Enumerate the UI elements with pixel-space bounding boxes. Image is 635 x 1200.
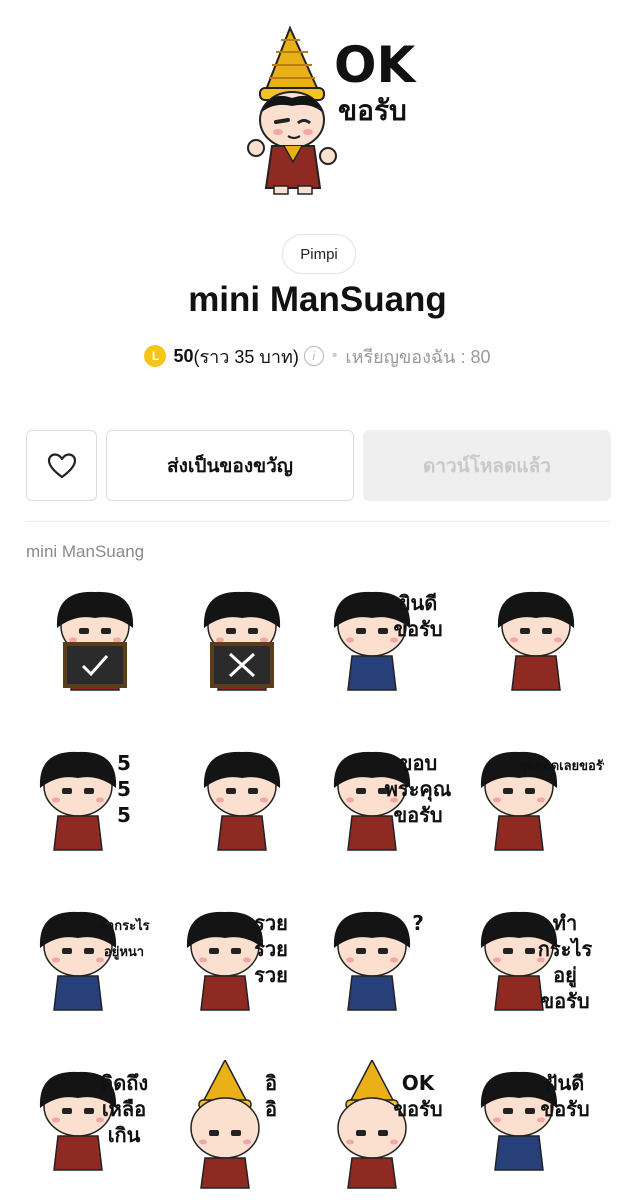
- sticker-caption: ขอรับ: [540, 989, 589, 1013]
- sticker-art: คิดถึงเหลือเกิน: [39, 1071, 148, 1171]
- sticker-art: ทำกระไรอยู่ขอรับ: [480, 911, 593, 1013]
- sticker-caption: ฝันดี: [546, 1071, 584, 1095]
- sticker-item[interactable]: คิดถึง เหลือ เกิน: [28, 1060, 163, 1190]
- sticker-item[interactable]: อิ อิ: [175, 1060, 310, 1190]
- sticker-item[interactable]: ทำกระไรอยู่หนา: [28, 900, 163, 1030]
- sticker-item[interactable]: [175, 740, 310, 870]
- sticker-item[interactable]: [469, 580, 604, 710]
- sticker-item[interactable]: ทำ กระไร อยู่ ขอรับ: [469, 900, 604, 1030]
- sticker-item[interactable]: ?: [322, 900, 457, 1030]
- sticker-caption: ขอรับ: [393, 1097, 442, 1121]
- sticker-item[interactable]: 555: [28, 740, 163, 870]
- sticker-caption: กระไร: [538, 937, 593, 961]
- sticker-art: สุดยอดเลยขอรับ: [480, 751, 604, 851]
- coin-icon: L: [144, 345, 167, 367]
- sticker-caption: ขอบ: [399, 751, 437, 775]
- separator-dot: •: [331, 347, 338, 364]
- heart-icon: [47, 452, 76, 478]
- sticker-caption: ?: [412, 911, 424, 935]
- sticker-caption: ทำกระไร: [98, 917, 149, 934]
- sticker-art: อิอิ: [190, 1060, 277, 1189]
- sticker-caption: เกิน: [108, 1123, 141, 1147]
- sticker-art: ?: [333, 911, 424, 1011]
- sticker-item[interactable]: สุดยอดเลยขอรับ: [469, 740, 604, 870]
- sticker-item[interactable]: [28, 580, 163, 710]
- sticker-item[interactable]: OK ขอรับ: [322, 1060, 457, 1190]
- sticker-caption: 5: [117, 751, 131, 775]
- sticker-section-label: mini ManSuang: [26, 542, 145, 561]
- author-tag[interactable]: Pimpi: [282, 234, 356, 274]
- price-approx: (ราว 35 บาท): [193, 346, 299, 367]
- sticker-art: ขอบพระคุณขอรับ: [333, 751, 452, 851]
- downloaded-button[interactable]: ดาวน์โหลดแล้ว: [363, 430, 611, 501]
- sticker-caption: OK: [402, 1071, 436, 1095]
- sticker-art: [497, 591, 575, 691]
- sticker-caption: ขอรับ: [393, 617, 442, 641]
- sticker-art: รวยรวยรวย: [186, 911, 288, 1011]
- sticker-caption: ขอรับ: [540, 1097, 589, 1121]
- sticker-caption: ทำ: [553, 911, 577, 935]
- sticker-item[interactable]: ขอบ พระคุณ ขอรับ: [322, 740, 457, 870]
- sticker-caption: อยู่: [553, 963, 577, 989]
- sticker-caption: ยินดี: [399, 591, 438, 615]
- sticker-art: [203, 751, 281, 851]
- hero-caption-en: OK: [334, 36, 418, 94]
- sticker-caption: สุดยอดเลยขอรับ: [519, 759, 604, 774]
- send-as-gift-button[interactable]: ส่งเป็นของขวัญ: [106, 430, 354, 501]
- sticker-caption: อยู่หนา: [104, 945, 144, 960]
- sticker-art: 555: [39, 751, 131, 851]
- sticker-art: ทำกระไรอยู่หนา: [39, 911, 150, 1011]
- action-buttons: ส่งเป็นของขวัญ ดาวน์โหลดแล้ว: [26, 430, 611, 501]
- send-as-gift-label: ส่งเป็นของขวัญ: [167, 455, 293, 477]
- coin-balance: เหรียญของฉัน : 80: [345, 346, 491, 367]
- sticker-art: ฝันดีขอรับ: [480, 1071, 590, 1171]
- sticker-item[interactable]: ยินดี ขอรับ: [322, 580, 457, 710]
- sticker-item[interactable]: [175, 580, 310, 710]
- like-button[interactable]: [26, 430, 97, 501]
- sticker-caption: 5: [117, 777, 131, 801]
- sticker-caption: อิ: [265, 1097, 277, 1121]
- sticker-caption: อิ: [265, 1071, 277, 1095]
- sticker-caption: ขอรับ: [393, 803, 442, 827]
- price-amount: 50: [173, 345, 194, 366]
- hero-sticker: OK ขอรับ: [0, 0, 635, 230]
- sticker-caption: พระคุณ: [385, 777, 452, 802]
- sticker-art: ยินดีขอรับ: [333, 591, 443, 691]
- sticker-caption: 5: [117, 803, 131, 827]
- sticker-art: [56, 591, 134, 691]
- sticker-art: OKขอรับ: [337, 1060, 443, 1189]
- price-row: L 50 (ราว 35 บาท) i • เหรียญของฉัน : 80: [0, 340, 635, 372]
- sticker-caption: รวย: [254, 937, 288, 961]
- sticker-item[interactable]: รวย รวย รวย: [175, 900, 310, 1030]
- author-name: Pimpi: [300, 245, 338, 263]
- sticker-caption: รวย: [254, 963, 288, 987]
- hero-caption-th: ขอรับ: [338, 94, 407, 127]
- hero-sticker-art: OK ขอรับ: [247, 25, 418, 195]
- sticker-item[interactable]: ฝันดี ขอรับ: [469, 1060, 604, 1190]
- info-icon[interactable]: i: [303, 346, 324, 366]
- sticker-art: [203, 591, 281, 691]
- sticker-caption: เหลือ: [102, 1097, 146, 1121]
- downloaded-label: ดาวน์โหลดแล้ว: [423, 455, 551, 477]
- divider: [26, 521, 611, 522]
- sticker-caption: คิดถึง: [100, 1071, 148, 1095]
- sticker-pack-title: mini ManSuang: [188, 280, 447, 319]
- sticker-caption: รวย: [254, 911, 288, 935]
